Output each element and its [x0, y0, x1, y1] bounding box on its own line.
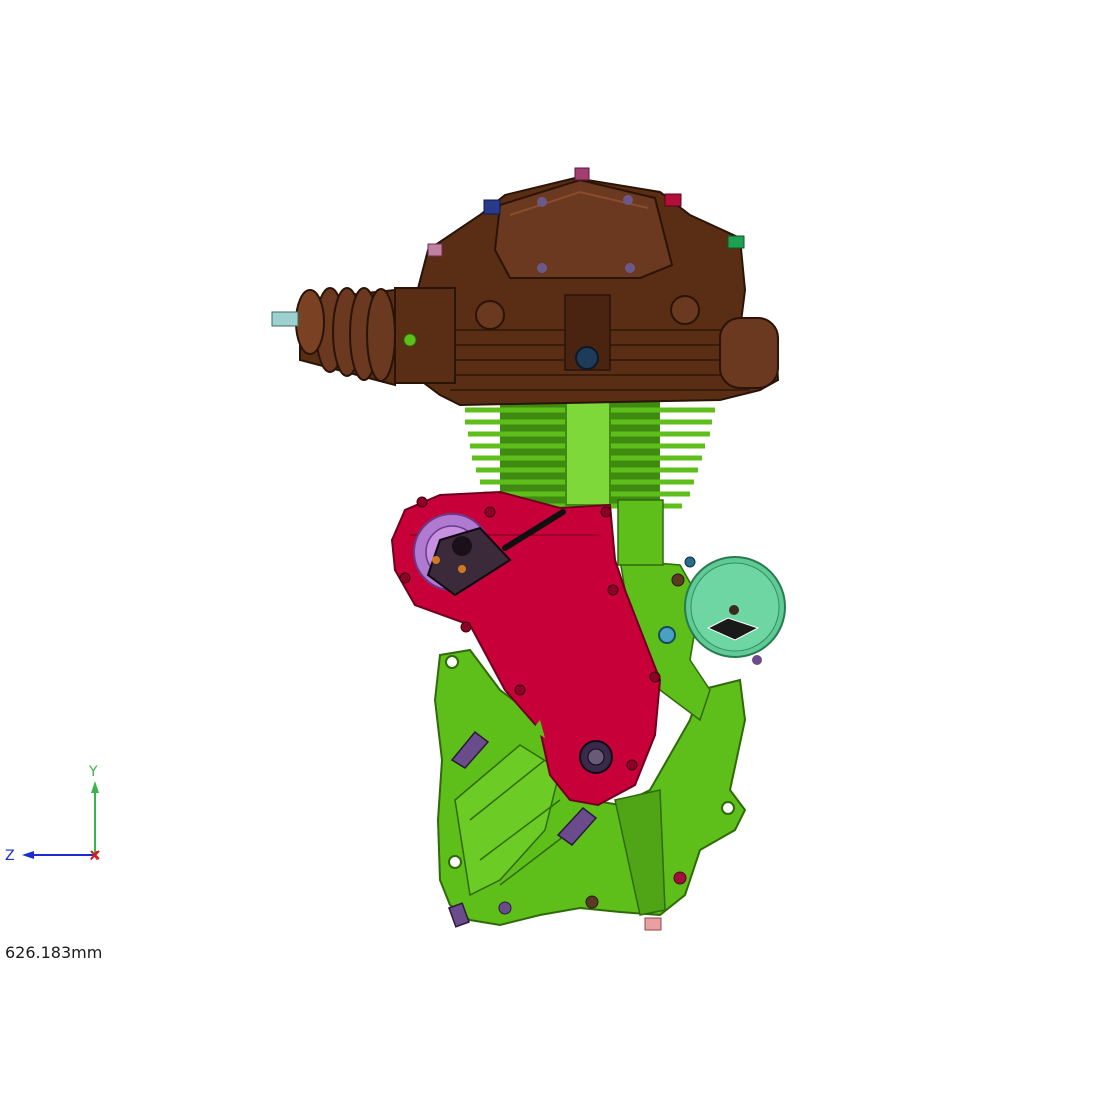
rocker-pivot-center [575, 346, 599, 370]
rocker-pivot-left [475, 300, 505, 330]
axis-x-label: X [90, 849, 99, 863]
cover-screw [399, 572, 411, 584]
crankcase-bolt [498, 901, 512, 915]
graphics-viewport[interactable]: Y Z X 626.183mm [0, 0, 1112, 1112]
exhaust-port [719, 317, 779, 389]
cover-screw [649, 671, 661, 683]
mount-hole-right [721, 801, 735, 815]
crankcase-bolt [585, 895, 599, 909]
cover-screw [416, 496, 428, 508]
drain-plug [644, 917, 662, 931]
head-bolt [537, 263, 547, 273]
cover-screw [484, 506, 496, 518]
cover-screw [460, 621, 472, 633]
side-stud-blue [483, 199, 501, 215]
cover-screw [600, 506, 612, 518]
axis-y-label: Y [89, 764, 98, 780]
axis-z-label: Z [5, 848, 15, 864]
crankcase-bolt [684, 556, 696, 568]
side-stud-green [727, 235, 745, 249]
side-stud-red [664, 193, 682, 207]
cylinder-head[interactable] [413, 167, 780, 407]
inlet-clip [403, 333, 417, 347]
side-stud-pink [427, 243, 443, 257]
crankcase-bolt [673, 871, 687, 885]
mount-hole-left-bottom [448, 855, 462, 869]
mount-hole-left-top [445, 655, 459, 669]
inlet-bell [295, 289, 325, 355]
crankcase-bolt [671, 573, 685, 587]
head-bolt [623, 195, 633, 205]
cover-screw [514, 684, 526, 696]
coordinate-triad [22, 781, 100, 860]
magneto-nut [658, 626, 676, 644]
rocker-pivot-right [670, 295, 700, 325]
top-stud [574, 167, 590, 181]
inlet-fitting [271, 311, 299, 327]
head-bolt [537, 197, 547, 207]
cover-screw [607, 584, 619, 596]
head-bolt [625, 263, 635, 273]
scale-readout: 626.183mm [5, 943, 103, 962]
inlet-carburettor[interactable] [271, 287, 456, 387]
engine-model[interactable] [0, 0, 1112, 1112]
pushrod-tube [565, 394, 611, 506]
cover-screw [626, 759, 638, 771]
